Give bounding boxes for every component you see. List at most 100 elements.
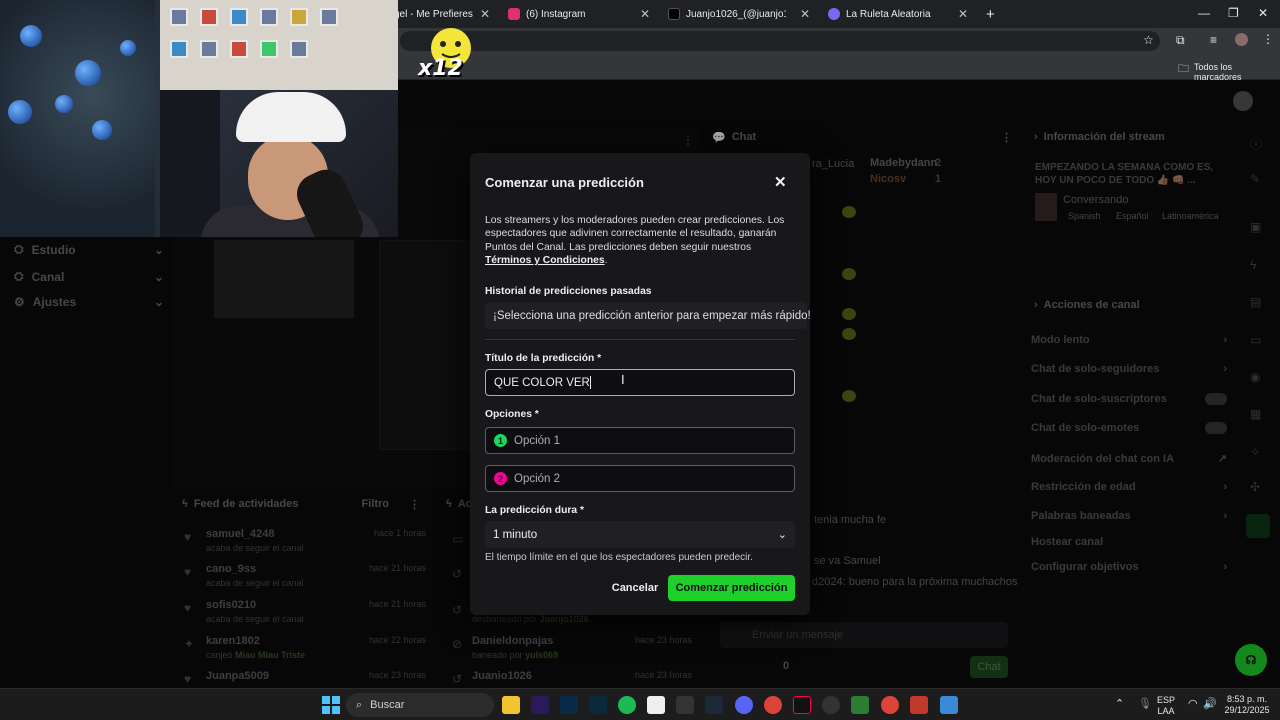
christmas-tree bbox=[0, 0, 155, 237]
prediction-title-input[interactable]: QUE COLOR VER bbox=[485, 369, 795, 396]
chrome-icon[interactable] bbox=[764, 696, 782, 714]
close-tab-icon[interactable]: ✕ bbox=[640, 7, 650, 21]
ornament bbox=[20, 25, 42, 47]
instagram-icon bbox=[508, 8, 520, 20]
taskbar-search[interactable]: ⌕ Buscar bbox=[346, 693, 494, 717]
duration-value: 1 minuto bbox=[493, 528, 538, 541]
all-bookmarks-label[interactable]: Todos los marcadores bbox=[1194, 62, 1280, 82]
option-2-badge: 2 bbox=[494, 472, 507, 485]
minimize-icon[interactable]: — bbox=[1198, 6, 1210, 20]
toy-car bbox=[200, 8, 218, 26]
excel-icon[interactable] bbox=[851, 696, 869, 714]
option-1-placeholder: Opción 1 bbox=[514, 434, 561, 447]
tab-label: gel - Me Prefieres a bbox=[394, 8, 474, 20]
options-label: Opciones * bbox=[485, 409, 539, 420]
gaming-chair bbox=[160, 90, 220, 237]
close-tab-icon[interactable]: ✕ bbox=[800, 7, 810, 21]
profile-avatar[interactable] bbox=[1235, 33, 1248, 46]
language-indicator[interactable]: ESP LAA bbox=[1157, 695, 1175, 717]
restore-icon[interactable]: ❐ bbox=[1228, 6, 1239, 20]
search-icon: ⌕ bbox=[356, 698, 363, 711]
text-cursor-pointer-icon: I bbox=[621, 372, 625, 387]
ornament bbox=[92, 120, 112, 140]
duration-label: La predicción dura * bbox=[485, 505, 584, 516]
toy-car bbox=[260, 8, 278, 26]
title-label: Título de la predicción * bbox=[485, 353, 602, 364]
url-field[interactable] bbox=[400, 31, 1160, 51]
search-label: Buscar bbox=[370, 699, 405, 711]
close-tab-icon[interactable]: ✕ bbox=[480, 7, 490, 21]
modal-title: Comenzar una predicción bbox=[485, 175, 644, 190]
webcam-overlay bbox=[0, 0, 398, 237]
cancel-button[interactable]: Cancelar bbox=[606, 575, 664, 601]
terms-period: . bbox=[604, 254, 608, 266]
star-icon[interactable]: ☆ bbox=[1143, 33, 1154, 47]
file-explorer-icon[interactable] bbox=[502, 696, 520, 714]
mic-icon[interactable]: 🎙 bbox=[1138, 697, 1152, 710]
tab-label: La Ruleta Aleatoria bbox=[846, 8, 931, 20]
tab-label: Juanjo1026_(@juanjo1026_) | T bbox=[686, 8, 786, 20]
prediction-title-value: QUE COLOR VER bbox=[494, 376, 590, 389]
folder-icon: 🗀 bbox=[1178, 63, 1189, 75]
spotify-icon[interactable] bbox=[618, 696, 636, 714]
toy-car bbox=[320, 8, 338, 26]
history-select[interactable]: ¡Selecciona una predicción anterior para… bbox=[485, 302, 811, 329]
extensions-icon[interactable]: ⧉ bbox=[1176, 33, 1185, 48]
windows-start-icon[interactable] bbox=[322, 696, 340, 714]
tiktok-icon[interactable] bbox=[793, 696, 811, 714]
wifi-icon[interactable]: ◠ bbox=[1188, 697, 1198, 710]
app-icon[interactable] bbox=[822, 696, 840, 714]
toy-car bbox=[260, 40, 278, 58]
tab-instagram[interactable]: (6) Instagram ✕ bbox=[500, 4, 658, 24]
media-icon[interactable]: ≡ bbox=[1210, 33, 1217, 47]
text-cursor bbox=[589, 376, 591, 389]
app-icon[interactable] bbox=[940, 696, 958, 714]
duration-hint: El tiempo límite en el que los espectado… bbox=[485, 552, 753, 563]
tab-youtube[interactable]: gel - Me Prefieres a ✕ bbox=[386, 4, 498, 24]
tab-tiktok[interactable]: Juanjo1026_(@juanjo1026_) | T ✕ bbox=[660, 4, 818, 24]
start-prediction-button[interactable]: Comenzar predicción bbox=[668, 575, 795, 601]
duration-select[interactable]: 1 minuto ⌄ bbox=[485, 521, 795, 548]
toy-car bbox=[230, 40, 248, 58]
app-icon[interactable] bbox=[647, 696, 665, 714]
description-text: Los streamers y los moderadores pueden c… bbox=[485, 215, 785, 253]
toy-car bbox=[290, 40, 308, 58]
tab-ruleta[interactable]: La Ruleta Aleatoria ✕ bbox=[820, 4, 976, 24]
photoshop-icon[interactable] bbox=[560, 696, 578, 714]
option-1-badge: 1 bbox=[494, 434, 507, 447]
emote-multiplier: x12 bbox=[418, 56, 463, 81]
chrome-icon[interactable] bbox=[881, 696, 899, 714]
premiere-icon[interactable] bbox=[531, 696, 549, 714]
divider bbox=[485, 339, 795, 340]
history-placeholder: ¡Selecciona una predicción anterior para… bbox=[493, 309, 811, 322]
steam-icon[interactable] bbox=[705, 696, 723, 714]
chevron-up-icon[interactable]: ⌃ bbox=[1115, 697, 1124, 710]
ruleta-icon bbox=[828, 8, 840, 20]
option-2-placeholder: Opción 2 bbox=[514, 472, 561, 485]
new-tab-button[interactable]: + bbox=[978, 4, 998, 24]
modal-description: Los streamers y los moderadores pueden c… bbox=[485, 214, 795, 267]
menu-icon[interactable]: ⋮ bbox=[1262, 32, 1274, 46]
speaker-icon[interactable]: 🔊 bbox=[1203, 697, 1217, 710]
app-icon[interactable] bbox=[910, 696, 928, 714]
toy-car bbox=[290, 8, 308, 26]
close-icon[interactable]: ✕ bbox=[774, 173, 787, 191]
tab-label: (6) Instagram bbox=[526, 8, 586, 20]
ornament bbox=[8, 100, 32, 124]
close-window-icon[interactable]: ✕ bbox=[1258, 6, 1268, 20]
terms-link[interactable]: Términos y Condiciones bbox=[485, 255, 605, 266]
toy-car-shelf bbox=[160, 0, 398, 90]
toy-car bbox=[170, 40, 188, 58]
option-1-input[interactable]: 1 Opción 1 bbox=[485, 427, 795, 454]
lang-top: ESP bbox=[1157, 695, 1176, 705]
clock-date: 29/12/2025 bbox=[1224, 705, 1270, 715]
lightroom-icon[interactable] bbox=[589, 696, 607, 714]
lang-bottom: LAA bbox=[1157, 706, 1175, 716]
close-tab-icon[interactable]: ✕ bbox=[958, 7, 968, 21]
clock[interactable]: 8:53 p. m. 29/12/2025 bbox=[1222, 694, 1272, 716]
obs-icon[interactable] bbox=[676, 696, 694, 714]
clock-time: 8:53 p. m. bbox=[1226, 694, 1268, 704]
toy-car bbox=[230, 8, 248, 26]
discord-icon[interactable] bbox=[735, 696, 753, 714]
option-2-input[interactable]: 2 Opción 2 bbox=[485, 465, 795, 492]
